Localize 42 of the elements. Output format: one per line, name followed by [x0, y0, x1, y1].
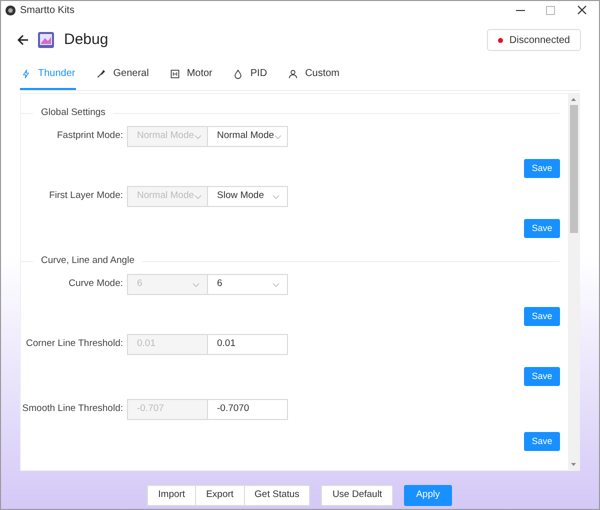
field-label: First Layer Mode: — [48, 189, 124, 204]
back-icon[interactable] — [17, 34, 29, 46]
tab[interactable]: PID — [232, 59, 268, 90]
field-label: Curve Mode: — [68, 277, 124, 292]
footer-button[interactable]: Use Default — [321, 485, 394, 506]
tab[interactable]: Custom — [287, 59, 341, 90]
chart-icon — [170, 68, 180, 78]
scroll-up-icon[interactable] — [570, 96, 577, 103]
footer-button[interactable]: Import — [147, 485, 196, 506]
footer-button[interactable]: Export — [195, 485, 245, 506]
debug-image-icon — [37, 31, 55, 49]
chevron-down-icon — [194, 192, 202, 200]
input-field[interactable]: 0.01 — [207, 334, 288, 355]
chevron-down-icon — [274, 132, 282, 140]
input-field: -0.707 — [127, 399, 208, 420]
app-icon — [5, 4, 16, 16]
close-icon — [577, 5, 587, 15]
page-title: Debug — [64, 30, 108, 50]
chevron-down-icon — [272, 192, 280, 200]
section-title: Curve, Line and Angle — [40, 254, 136, 268]
scrollbar[interactable] — [568, 94, 579, 470]
input-field: 0.01 — [127, 334, 208, 355]
field-label: Corner Line Threshold: — [25, 337, 124, 352]
field-label: Fastprint Mode: — [56, 129, 124, 144]
footer-button[interactable]: Get Status — [244, 485, 310, 506]
section-title: Global Settings — [40, 106, 106, 120]
maximize-icon — [546, 6, 554, 14]
connection-status: Disconnected — [487, 29, 581, 51]
wrench-icon — [96, 68, 106, 78]
lightning-icon — [21, 68, 31, 78]
scrollbar-thumb[interactable] — [570, 105, 578, 233]
tab[interactable]: General — [95, 59, 150, 90]
chevron-down-icon — [192, 280, 200, 288]
input-field[interactable]: -0.7070 — [207, 399, 288, 420]
person-icon — [288, 68, 298, 78]
field-label: Smooth Line Threshold: — [21, 402, 124, 416]
chevron-down-icon — [194, 132, 202, 140]
tab[interactable]: Motor — [168, 59, 214, 90]
chevron-down-icon — [272, 280, 280, 288]
window-title: Smartto Kits — [20, 4, 74, 18]
drop-icon — [233, 68, 244, 78]
scroll-down-icon[interactable] — [570, 461, 577, 468]
